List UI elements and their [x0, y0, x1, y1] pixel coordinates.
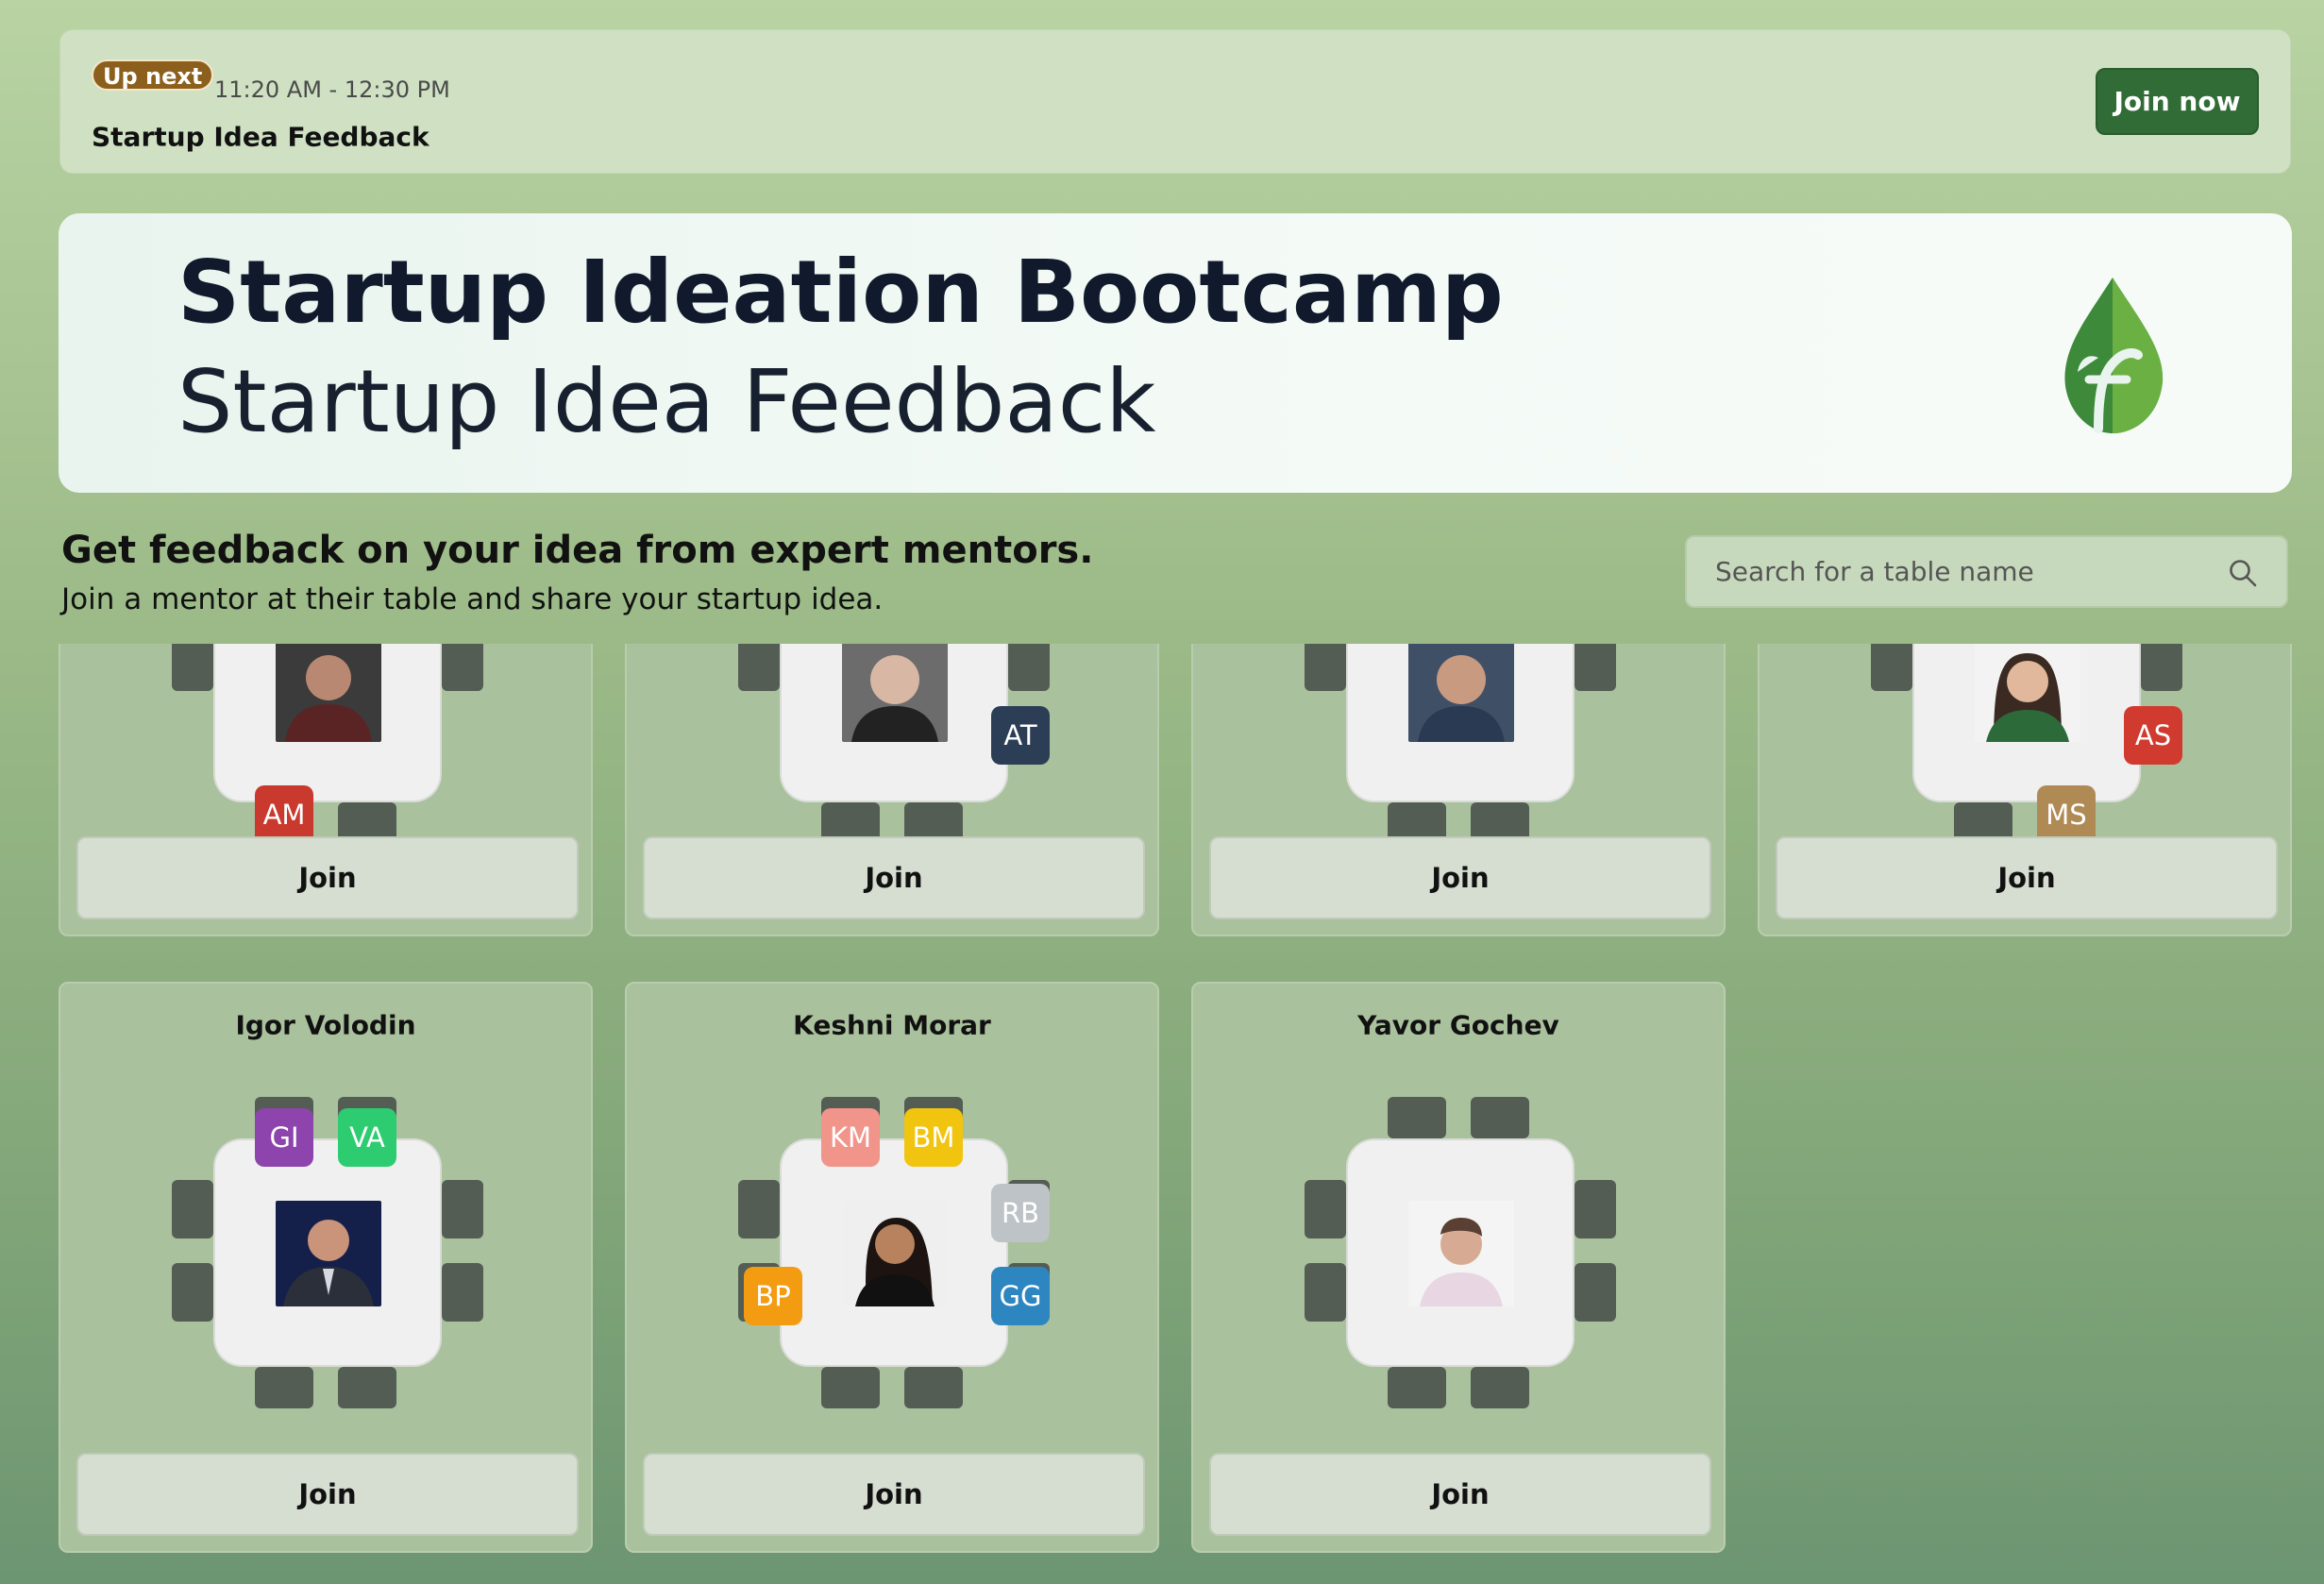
table-card: Igor Volodin GI VA Join — [59, 982, 593, 1553]
seat[interactable] — [1471, 1097, 1529, 1138]
table-layout: AT — [738, 644, 1050, 844]
table-layout: AS MS — [1871, 644, 2182, 844]
tables-grid: AM Join AT Join Join AS MS Join Igor Vol… — [59, 644, 2292, 1584]
seat[interactable] — [1305, 644, 1346, 691]
leaf-logo-icon — [2064, 278, 2164, 433]
participant-avatar[interactable]: AT — [991, 706, 1050, 765]
seat[interactable] — [1305, 1180, 1346, 1239]
join-table-button[interactable]: Join — [76, 836, 579, 919]
participant-avatar[interactable]: MS — [2037, 785, 2096, 844]
participant-avatar[interactable]: VA — [338, 1108, 396, 1167]
mentor-name: Igor Volodin — [235, 1009, 416, 1041]
join-table-button[interactable]: Join — [643, 836, 1145, 919]
seat[interactable] — [821, 1367, 880, 1408]
search-input[interactable] — [1715, 537, 2206, 606]
seat[interactable] — [1388, 1097, 1446, 1138]
table-card: Yavor Gochev Join — [1191, 982, 1726, 1553]
seat[interactable] — [255, 1367, 313, 1408]
seat[interactable] — [1575, 644, 1616, 691]
seat[interactable] — [1305, 1263, 1346, 1322]
seat[interactable] — [172, 1263, 213, 1322]
mentor-table — [782, 1140, 1006, 1365]
seat[interactable] — [738, 1180, 780, 1239]
mentor-table — [215, 1140, 440, 1365]
mentor-photo — [842, 1201, 948, 1306]
seat[interactable] — [442, 644, 483, 691]
join-table-button[interactable]: Join — [1209, 1453, 1711, 1536]
table-layout: GI VA — [172, 1097, 483, 1408]
mentor-table — [1348, 1140, 1573, 1365]
seat[interactable] — [172, 644, 213, 691]
up-next-bar: Up next 11:20 AM - 12:30 PM Startup Idea… — [59, 29, 2291, 174]
mentor-photo — [276, 1201, 381, 1306]
mentor-photo — [1408, 644, 1514, 742]
mentor-name: Yavor Gochev — [1357, 1009, 1559, 1041]
table-card: Keshni Morar KM BM RB BP GG Join — [625, 982, 1159, 1553]
seat[interactable] — [172, 1180, 213, 1239]
table-layout: KM BM RB BP GG — [738, 1097, 1050, 1408]
participant-avatar[interactable]: GI — [255, 1108, 313, 1167]
mentor-name: Keshni Morar — [793, 1009, 991, 1041]
mentor-table — [782, 644, 1006, 800]
table-card: Join — [1191, 644, 1726, 936]
banner-subtitle: Startup Idea Feedback — [177, 351, 1156, 452]
join-table-button[interactable]: Join — [1776, 836, 2278, 919]
seat[interactable] — [1871, 644, 1912, 691]
join-table-button[interactable]: Join — [1209, 836, 1711, 919]
seat[interactable] — [442, 1180, 483, 1239]
session-title: Startup Idea Feedback — [92, 121, 429, 153]
intro-heading: Get feedback on your idea from expert me… — [61, 529, 1094, 572]
table-layout: AM — [172, 644, 483, 844]
seat[interactable] — [738, 644, 780, 691]
event-banner: Startup Ideation Bootcamp Startup Idea F… — [59, 213, 2292, 493]
banner-title: Startup Ideation Bootcamp — [177, 242, 1504, 343]
seat[interactable] — [2141, 644, 2182, 691]
join-now-button[interactable]: Join now — [2096, 68, 2259, 135]
table-card: AM Join — [59, 644, 593, 936]
seat[interactable] — [1388, 1367, 1446, 1408]
seat[interactable] — [904, 1367, 963, 1408]
seat[interactable] — [1471, 1367, 1529, 1408]
mentor-photo — [276, 644, 381, 742]
seat[interactable] — [338, 1367, 396, 1408]
participant-avatar[interactable]: AM — [255, 785, 313, 844]
participant-avatar[interactable]: BM — [904, 1108, 963, 1167]
mentor-table — [1348, 644, 1573, 800]
mentor-photo — [1975, 644, 2080, 742]
table-card: AS MS Join — [1758, 644, 2292, 936]
table-search — [1685, 535, 2288, 608]
table-layout — [1305, 644, 1616, 844]
seat[interactable] — [1575, 1180, 1616, 1239]
up-next-badge: Up next — [92, 59, 214, 91]
table-layout — [1305, 1097, 1616, 1408]
session-time: 11:20 AM - 12:30 PM — [214, 76, 450, 103]
join-table-button[interactable]: Join — [76, 1453, 579, 1536]
mentor-photo — [1408, 1201, 1514, 1306]
participant-avatar[interactable]: KM — [821, 1108, 880, 1167]
join-table-button[interactable]: Join — [643, 1453, 1145, 1536]
participant-avatar[interactable]: GG — [991, 1267, 1050, 1325]
mentor-table — [1914, 644, 2139, 800]
mentor-photo — [842, 644, 948, 742]
search-icon[interactable] — [2228, 558, 2258, 588]
participant-avatar[interactable]: RB — [991, 1184, 1050, 1242]
participant-avatar[interactable]: AS — [2124, 706, 2182, 765]
intro-subheading: Join a mentor at their table and share y… — [61, 582, 884, 616]
seat[interactable] — [1575, 1263, 1616, 1322]
participant-avatar[interactable]: BP — [744, 1267, 802, 1325]
table-card: AT Join — [625, 644, 1159, 936]
seat[interactable] — [1008, 644, 1050, 691]
mentor-table — [215, 644, 440, 800]
seat[interactable] — [442, 1263, 483, 1322]
